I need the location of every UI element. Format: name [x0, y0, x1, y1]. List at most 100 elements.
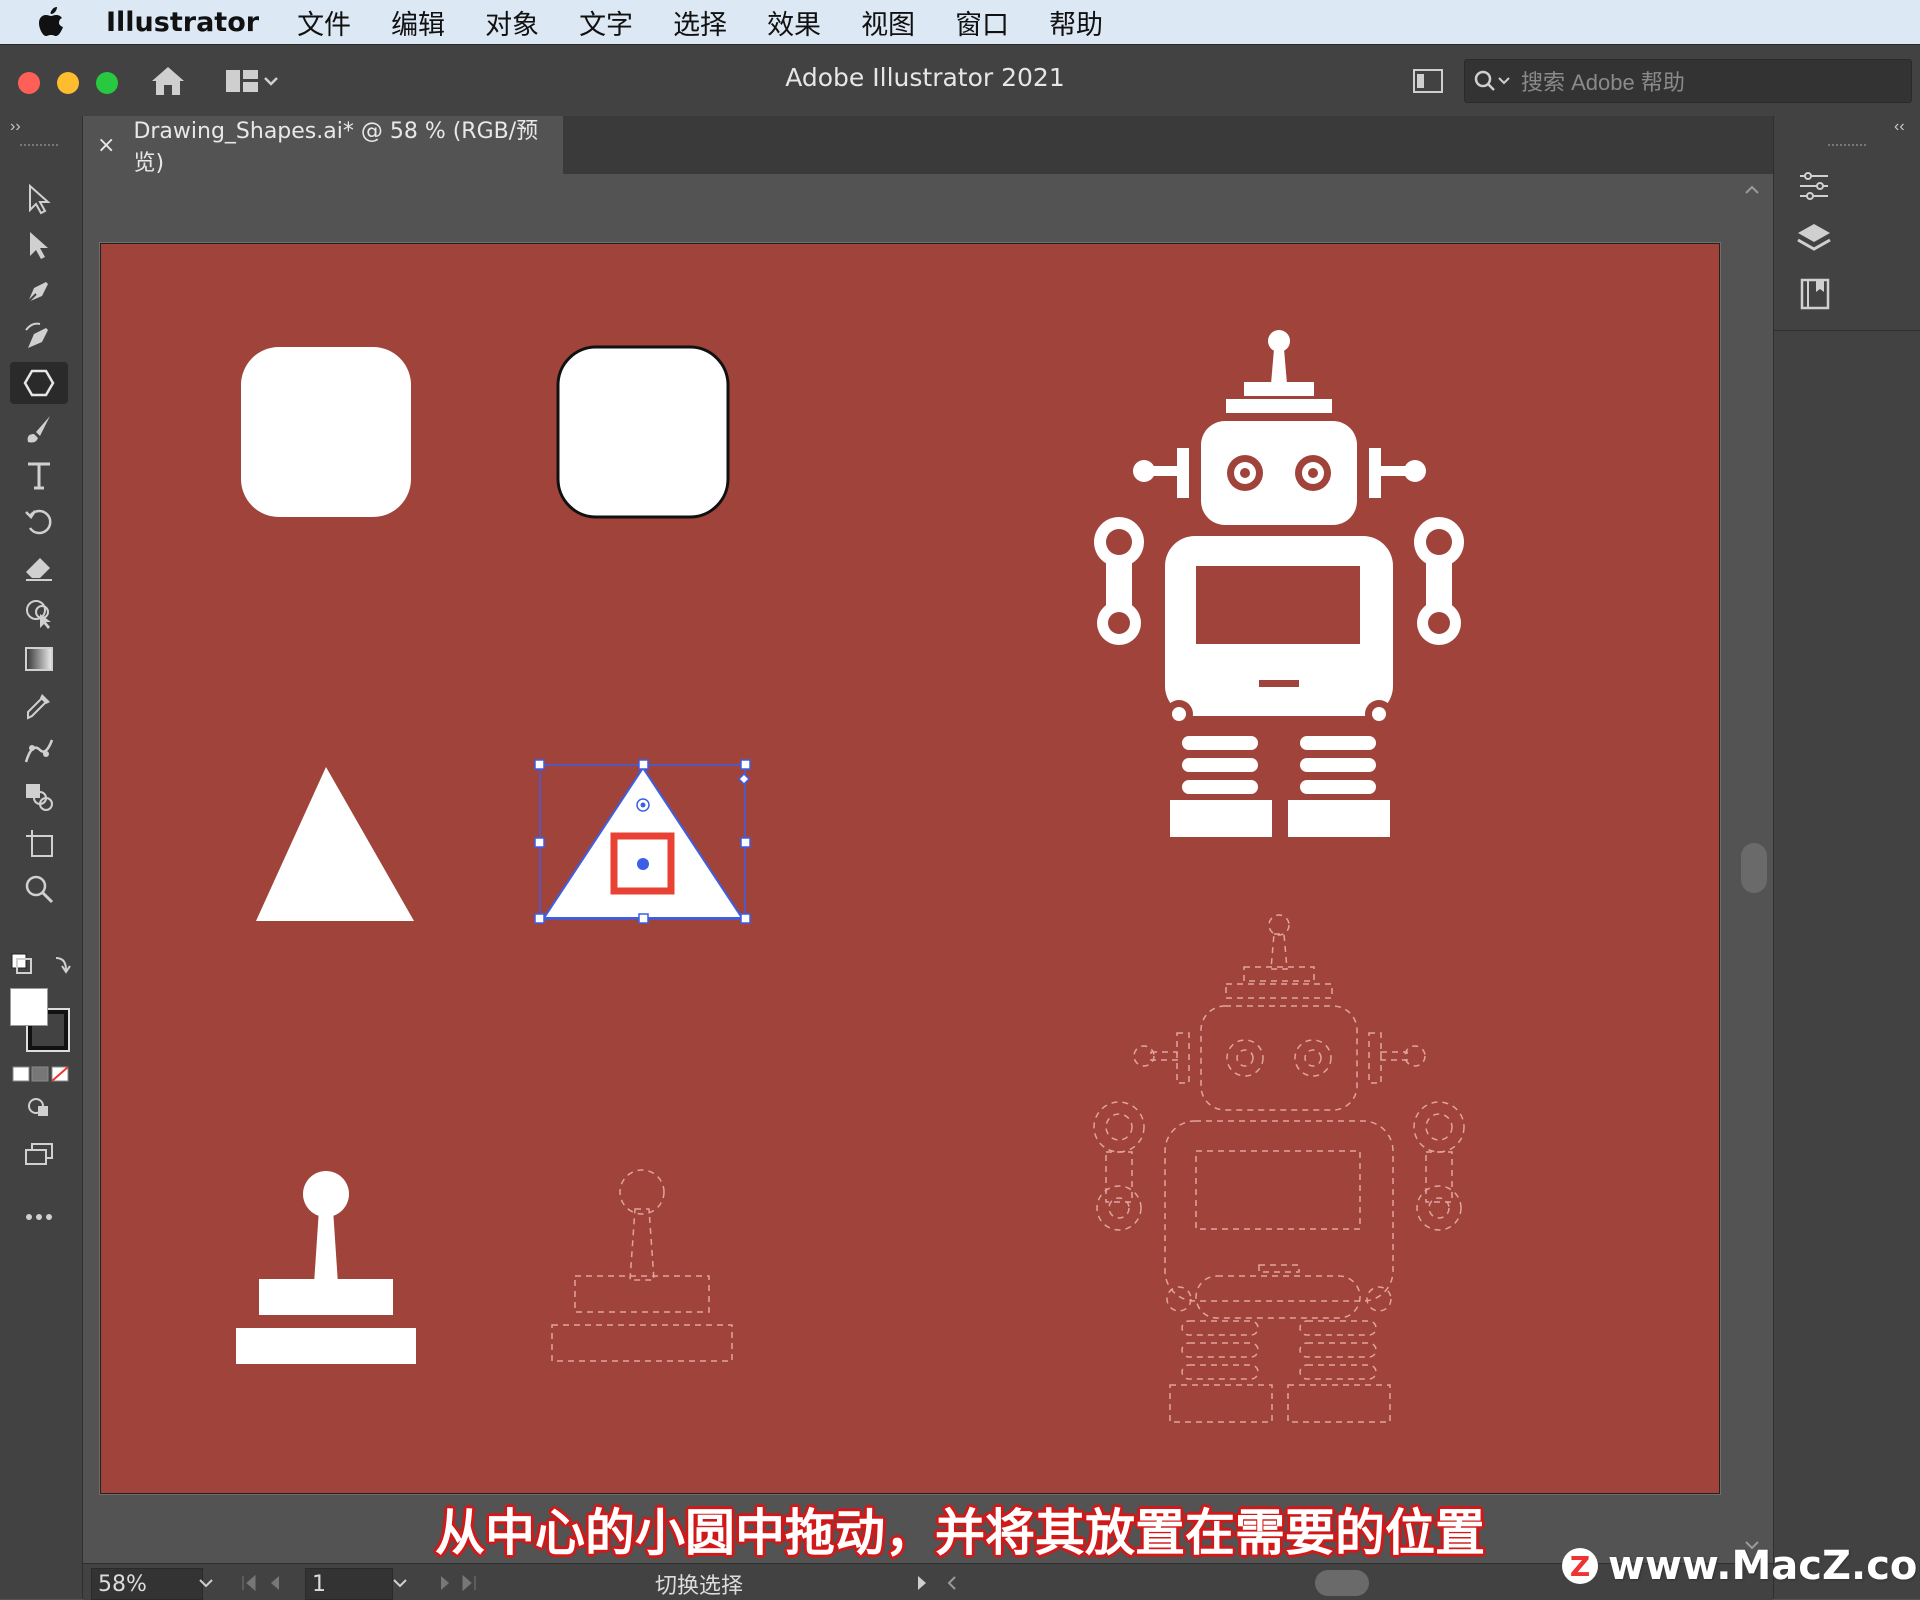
menu-file[interactable]: 文件: [297, 3, 351, 42]
pen-tool[interactable]: [10, 270, 68, 312]
screen-mode-button[interactable]: [10, 1134, 68, 1176]
macz-logo-icon: Z: [1562, 1548, 1598, 1584]
blend-tool[interactable]: [10, 776, 68, 818]
pen-tool-icon: [25, 282, 48, 305]
menu-select[interactable]: 选择: [673, 3, 727, 42]
rotate-tool-icon: [25, 509, 52, 535]
rounded-square-shape: [241, 347, 411, 517]
menu-view[interactable]: 视图: [861, 3, 915, 42]
next-last-page-icon[interactable]: [433, 1572, 493, 1594]
horizontal-scroll-thumb[interactable]: [1315, 1570, 1369, 1596]
selection-tool-icon: [29, 183, 51, 215]
artboard[interactable]: [100, 243, 1720, 1494]
more-tools-icon: [26, 1214, 52, 1220]
artwork-canvas[interactable]: [101, 244, 1719, 1493]
menu-object[interactable]: 对象: [485, 3, 539, 42]
fill-stroke-swatches[interactable]: [10, 988, 74, 1050]
scroll-up-icon: [1745, 185, 1759, 194]
zoom-tool-icon: [25, 875, 54, 904]
rotate-tool[interactable]: [10, 500, 68, 542]
center-point-handle: [637, 858, 649, 870]
gradient-tool[interactable]: [10, 638, 68, 680]
direct-selection-tool-icon: [30, 232, 48, 259]
menu-edit[interactable]: 编辑: [391, 3, 445, 42]
panel-grip[interactable]: [1828, 144, 1866, 152]
menu-effect[interactable]: 效果: [767, 3, 821, 42]
page-number-field[interactable]: 1: [305, 1568, 393, 1600]
type-tool[interactable]: [10, 454, 68, 496]
expand-panel-icon[interactable]: ››: [10, 118, 21, 136]
curvature-tool-icon: [25, 322, 48, 348]
libraries-icon[interactable]: [1794, 274, 1834, 314]
artboard-tool-icon: [26, 830, 53, 857]
color-mode-buttons[interactable]: [12, 1064, 70, 1084]
swap-colors-icon: [11, 953, 71, 974]
eraser-tool-icon: [26, 558, 52, 581]
status-menu-arrow-icon[interactable]: [911, 1572, 933, 1594]
shape-builder-tool-icon: [26, 600, 51, 629]
close-tab-icon[interactable]: ×: [97, 133, 115, 158]
menu-help[interactable]: 帮助: [1049, 3, 1103, 42]
properties-icon[interactable]: [1794, 166, 1834, 206]
edit-toolbar-button[interactable]: [10, 1196, 68, 1238]
page-dropdown-icon[interactable]: [389, 1572, 411, 1594]
panel-toggle-icon[interactable]: [1412, 67, 1444, 95]
polygon-tool-icon: [23, 369, 55, 397]
eyedropper-tool[interactable]: [10, 684, 68, 726]
paintbrush-tool[interactable]: [10, 408, 68, 450]
paintbrush-tool-icon: [27, 416, 50, 443]
app-menu[interactable]: Illustrator: [106, 7, 259, 38]
fill-swatch[interactable]: [10, 988, 48, 1026]
scroll-left-icon[interactable]: [941, 1572, 963, 1594]
eraser-tool[interactable]: [10, 546, 68, 588]
panel-grip[interactable]: [20, 144, 58, 152]
puppet-warp-tool-icon: [24, 739, 54, 763]
watermark-text: www.MacZ.com: [1608, 1543, 1920, 1589]
vertical-scroll-thumb[interactable]: [1741, 843, 1767, 893]
page-number-value: 1: [312, 1571, 326, 1597]
sides-widget-handle: [737, 772, 751, 786]
color-none-gradient-icon: [12, 1066, 69, 1082]
joystick-dashed-outline: [551, 1169, 733, 1362]
watermark: Z www.MacZ.com: [1562, 1543, 1920, 1589]
status-bar: 58% 1 切换选择: [83, 1563, 1773, 1600]
first-prev-page-icon[interactable]: [239, 1572, 299, 1594]
puppet-warp-tool[interactable]: [10, 730, 68, 772]
curvature-tool[interactable]: [10, 316, 68, 358]
document-tabbar: × Drawing_Shapes.ai* @ 58 % (RGB/预览): [83, 116, 1773, 176]
selected-triangle-shape: [542, 766, 744, 919]
menu-window[interactable]: 窗口: [955, 3, 1009, 42]
blend-tool-icon: [26, 784, 53, 811]
zoom-level-field[interactable]: 58%: [91, 1568, 203, 1600]
document-tab-label: Drawing_Shapes.ai* @ 58 % (RGB/预览): [133, 119, 539, 176]
panel-divider: [1774, 330, 1920, 331]
menu-type[interactable]: 文字: [579, 3, 633, 42]
document-tab[interactable]: × Drawing_Shapes.ai* @ 58 % (RGB/预览): [83, 116, 563, 176]
apple-icon[interactable]: [38, 7, 78, 37]
polygon-tool[interactable]: [10, 362, 68, 404]
direct-selection-tool[interactable]: [10, 224, 68, 266]
zoom-tool[interactable]: [10, 868, 68, 910]
type-tool-icon: [28, 462, 50, 490]
zoom-dropdown-icon[interactable]: [195, 1572, 217, 1594]
collapse-panel-icon[interactable]: ‹‹: [1894, 118, 1905, 136]
search-icon: [1473, 69, 1513, 93]
app-titlebar: Adobe Illustrator 2021 搜索 Adobe 帮助: [0, 44, 1920, 117]
search-placeholder: 搜索 Adobe 帮助: [1521, 70, 1685, 95]
mac-menubar: Illustrator 文件 编辑 对象 文字 选择 效果 视图 窗口 帮助: [0, 0, 1920, 44]
right-panel-dock: ‹‹: [1773, 116, 1920, 1599]
shape-builder-tool[interactable]: [10, 592, 68, 634]
artboard-tool[interactable]: [10, 822, 68, 864]
draw-mode-button[interactable]: [10, 1086, 68, 1128]
eyedropper-tool-icon: [27, 694, 50, 720]
help-search-input[interactable]: 搜索 Adobe 帮助: [1464, 59, 1912, 103]
swap-fill-stroke[interactable]: [8, 950, 76, 980]
status-mode-label[interactable]: 切换选择: [655, 1568, 743, 1600]
gradient-tool-icon: [25, 647, 53, 671]
layers-icon[interactable]: [1794, 220, 1834, 260]
joystick-shape: [236, 1171, 416, 1364]
screen-mode-icon: [25, 1143, 53, 1165]
rounded-square-outline-shape: [556, 345, 730, 519]
triangle-shape: [256, 767, 414, 921]
selection-tool[interactable]: [10, 178, 68, 220]
